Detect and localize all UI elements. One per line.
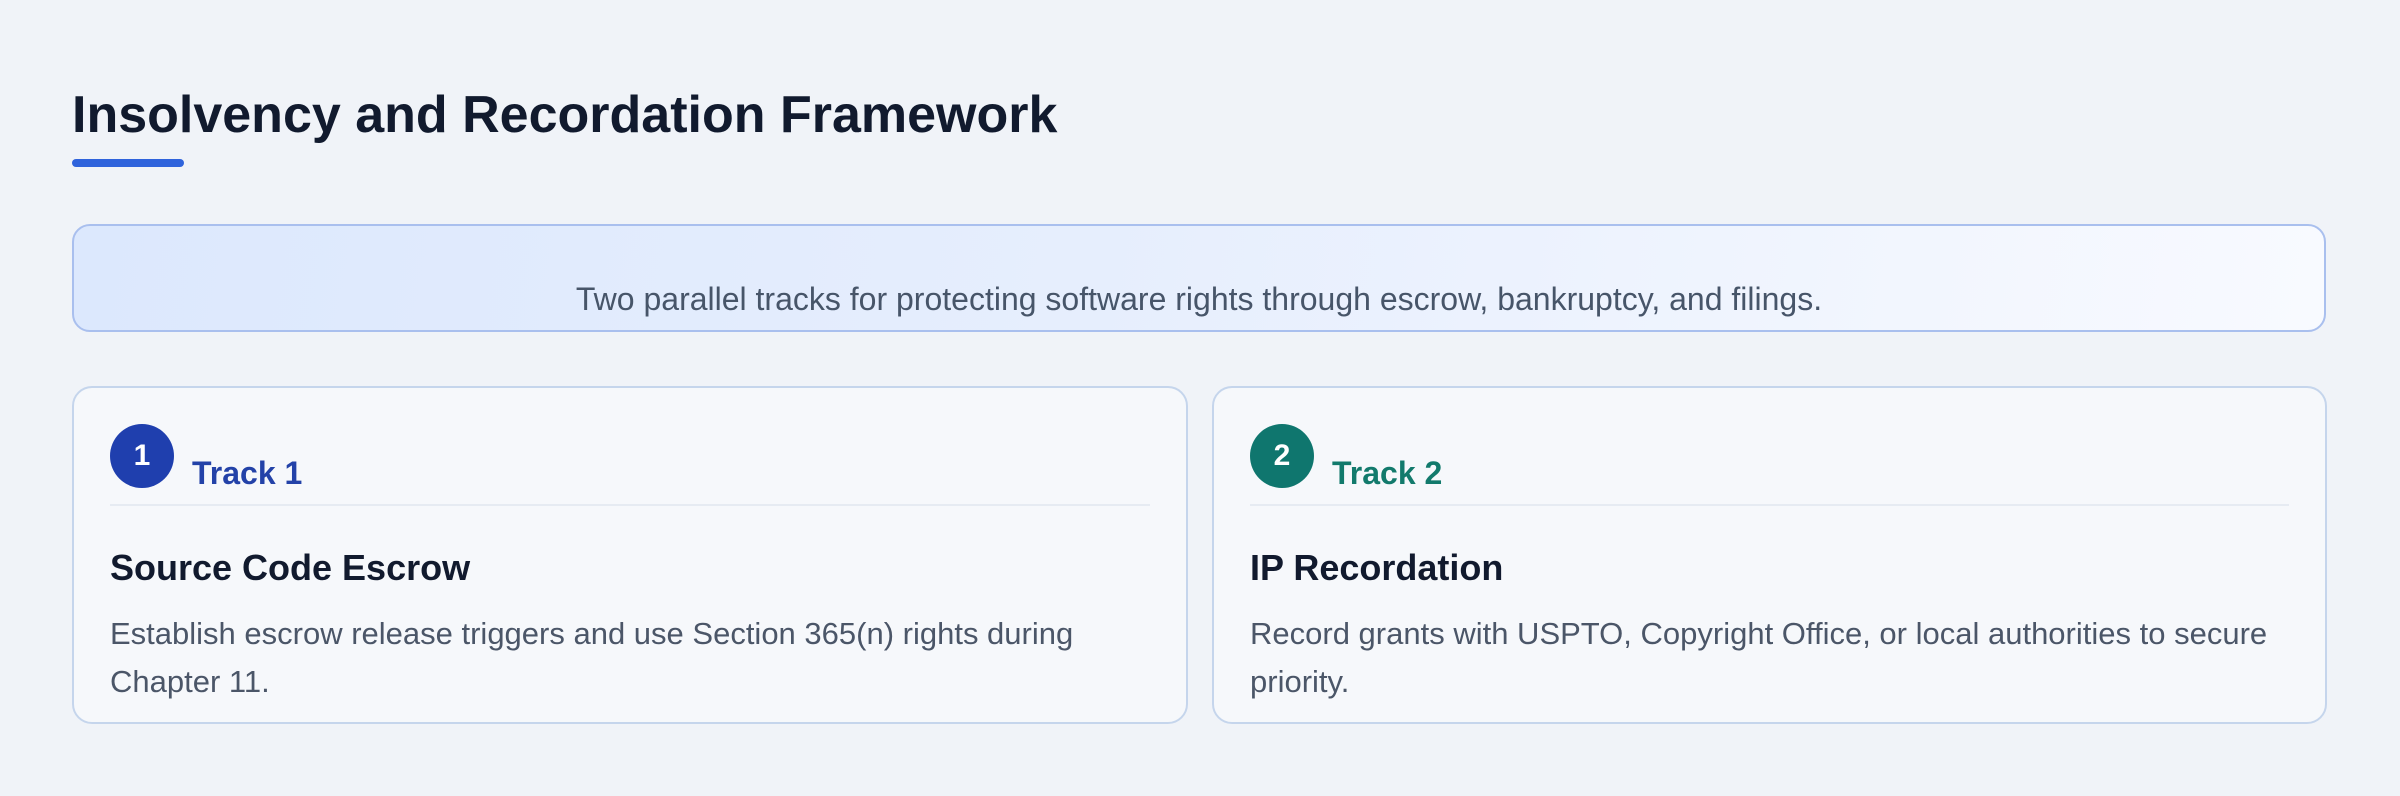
intro-banner: Two parallel tracks for protecting softw… bbox=[72, 224, 2326, 332]
card-description: Establish escrow release triggers and us… bbox=[110, 616, 1074, 699]
track-label: Track 1 bbox=[192, 455, 303, 491]
track-number-badge: 2 bbox=[1250, 424, 1314, 488]
card-divider bbox=[1250, 504, 2289, 506]
title-underline bbox=[72, 159, 184, 167]
card-title: Source Code Escrow bbox=[110, 547, 471, 588]
track-label: Track 2 bbox=[1332, 455, 1443, 491]
card-title: IP Recordation bbox=[1250, 547, 1504, 588]
card-description: Record grants with USPTO, Copyright Offi… bbox=[1250, 616, 2268, 699]
track-card-2: 2 Track 2 IP Recordation Record grants w… bbox=[1212, 386, 2327, 724]
card-divider bbox=[110, 504, 1150, 506]
track-card-1: 1 Track 1 Source Code Escrow Establish e… bbox=[72, 386, 1188, 724]
banner-text: Two parallel tracks for protecting softw… bbox=[575, 281, 1823, 317]
page-title: Insolvency and Recordation Framework bbox=[72, 86, 1058, 144]
track-number-badge: 1 bbox=[110, 424, 174, 488]
